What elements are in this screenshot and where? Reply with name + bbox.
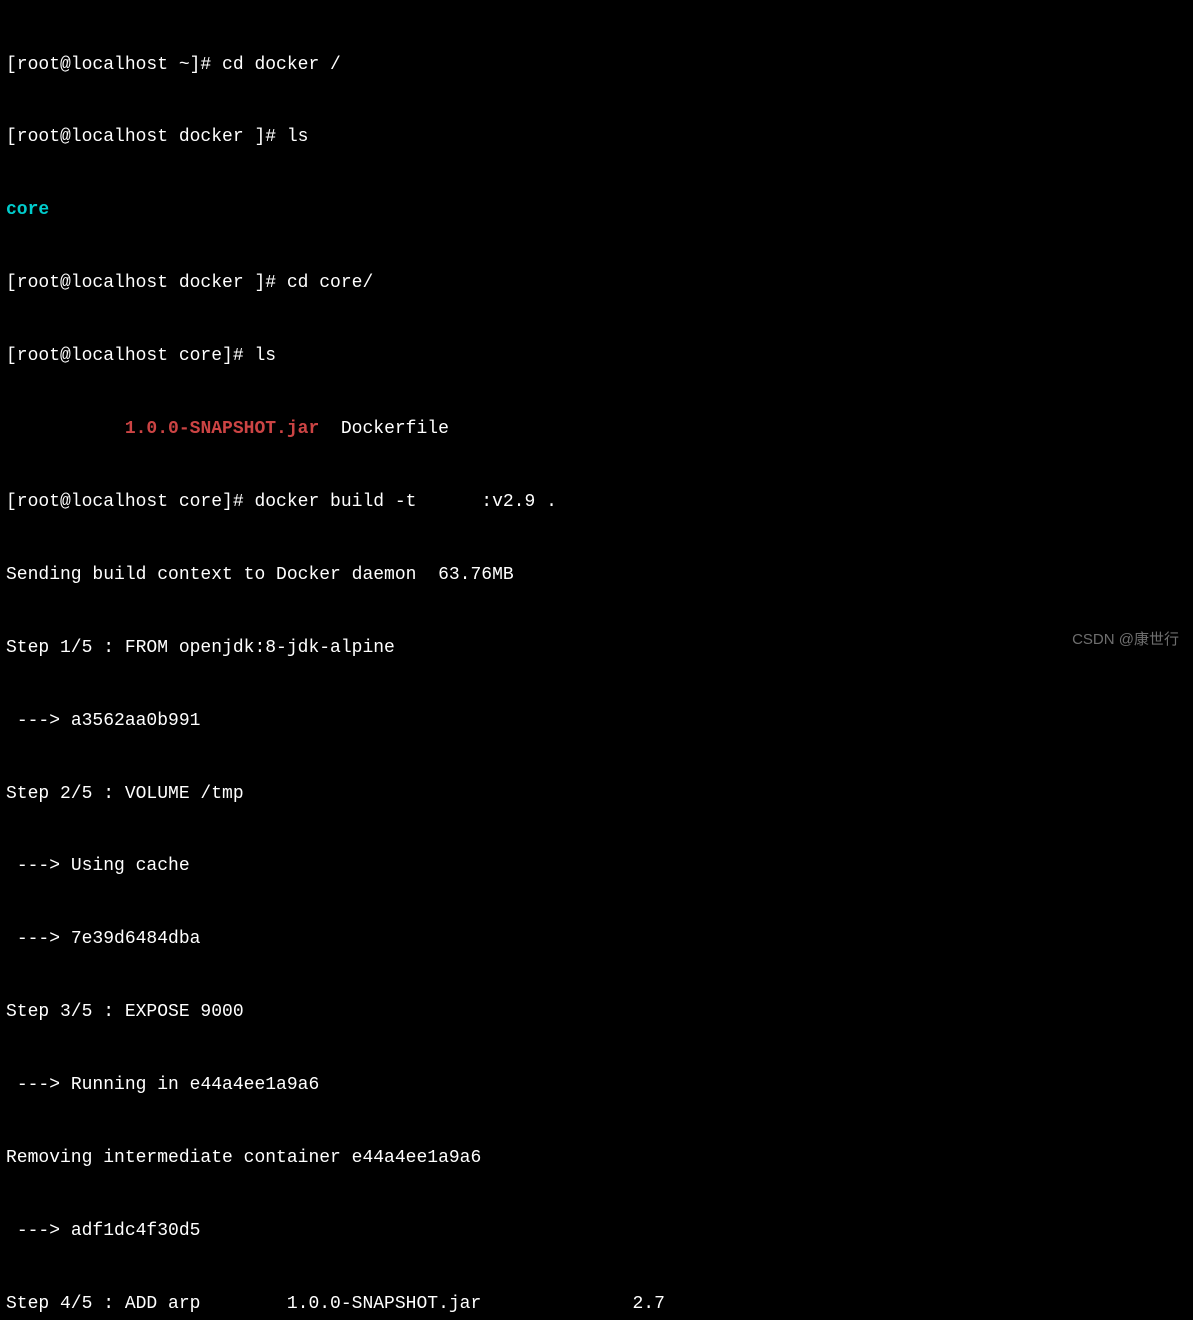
output-step-2-hash: ---> 7e39d6484dba — [6, 927, 1187, 951]
output-sending-context: Sending build context to Docker daemon 6… — [6, 563, 1187, 587]
output-ls-files: 1.0.0-SNAPSHOT.jar Dockerfile — [6, 417, 1187, 441]
output-step-3: Step 3/5 : EXPOSE 9000 — [6, 1000, 1187, 1024]
prompt-ls-core: [root@localhost core]# ls — [6, 344, 1187, 368]
output-core-dir: core — [6, 198, 1187, 222]
output-step-1: Step 1/5 : FROM openjdk:8-jdk-alpine — [6, 636, 1187, 660]
output-step-1-hash: ---> a3562aa0b991 — [6, 709, 1187, 733]
prompt-cd-core: [root@localhost docker ]# cd core/ — [6, 271, 1187, 295]
output-step-3-running: ---> Running in e44a4ee1a9a6 — [6, 1073, 1187, 1097]
dockerfile-name: Dockerfile — [319, 419, 449, 439]
prompt-cd-docker: [root@localhost ~]# cd docker / — [6, 53, 1187, 77]
output-step-3-hash: ---> adf1dc4f30d5 — [6, 1219, 1187, 1243]
terminal-window[interactable]: [root@localhost ~]# cd docker / [root@lo… — [6, 4, 1187, 1320]
prompt-docker-build: [root@localhost core]# docker build -t :… — [6, 490, 1187, 514]
output-step-2: Step 2/5 : VOLUME /tmp — [6, 782, 1187, 806]
prompt-ls-docker: [root@localhost docker ]# ls — [6, 125, 1187, 149]
output-step-4: Step 4/5 : ADD arp 1.0.0-SNAPSHOT.jar 2.… — [6, 1292, 1187, 1316]
jar-file: 1.0.0-SNAPSHOT.jar — [6, 419, 319, 439]
output-using-cache: ---> Using cache — [6, 854, 1187, 878]
output-removing-1: Removing intermediate container e44a4ee1… — [6, 1146, 1187, 1170]
watermark-text: CSDN @康世行 — [1072, 630, 1179, 650]
